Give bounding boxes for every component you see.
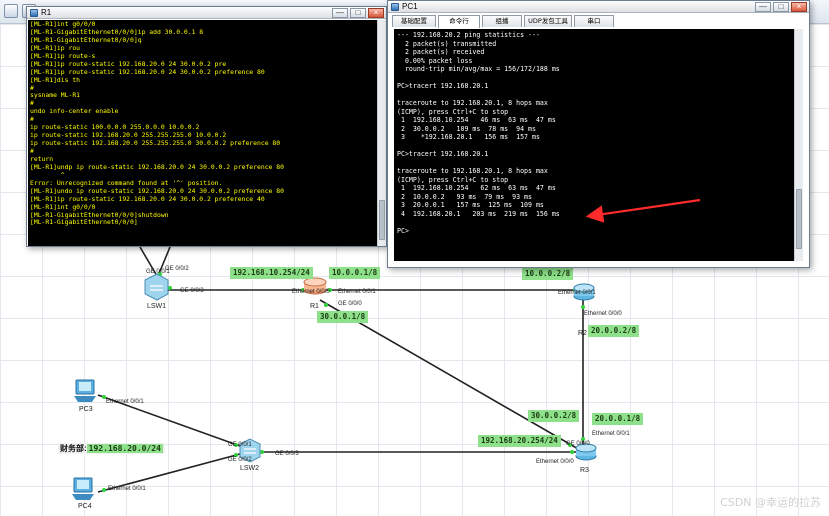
terminal-line: 2 packet(s) received bbox=[397, 48, 485, 56]
port-label-lsw1-ge002: GE 0/0/2 bbox=[165, 266, 189, 272]
terminal-line: (ICMP), press Ctrl+C to stop bbox=[397, 107, 509, 116]
terminal-line: traceroute to 192.168.20.1, 8 hops max bbox=[397, 167, 548, 175]
terminal-line: [ML-R1-GigabitEthernet0/0/0] bbox=[30, 218, 138, 227]
terminal-line: 3 *192.168.20.1 156 ms 157 ms bbox=[397, 133, 540, 141]
port-label-pc3-eth001: Ethernet 0/0/1 bbox=[106, 399, 144, 405]
watermark: CSDN @幸运的拉苏 bbox=[720, 496, 821, 509]
net-label-20-0-0-2: 20.0.0.2/8 bbox=[588, 325, 640, 337]
annotation-net: 192.168.20.0/24 bbox=[86, 444, 163, 453]
terminal-line: [ML-R1-GigabitEthernet0/0/0]q bbox=[30, 35, 142, 44]
r1-titlebar[interactable]: R1 — □ × bbox=[27, 7, 386, 19]
port-label-lsw1-ge003: GE 0/0/3 bbox=[180, 288, 204, 294]
pc1-window[interactable]: PC1 — □ × 基础配置 命令行 组播 UDP发包工具 串口 --- 192… bbox=[387, 0, 810, 268]
lsw1-icon bbox=[144, 273, 169, 301]
pc3-icon bbox=[74, 379, 96, 402]
port-label-r1-eth001: Ethernet 0/0/1 bbox=[338, 289, 376, 295]
terminal-line: PC> bbox=[397, 226, 409, 235]
device-label-lsw2[interactable]: LSW2 bbox=[240, 465, 259, 472]
port-label-pc4-eth001: Ethernet 0/0/1 bbox=[108, 486, 146, 492]
r1-scroll-thumb[interactable] bbox=[379, 200, 385, 240]
pc1-scroll-thumb[interactable] bbox=[796, 189, 802, 249]
terminal-line: 2 30.0.0.2 109 ms 78 ms 94 ms bbox=[397, 124, 536, 133]
terminal-line: undo info-center enable bbox=[30, 107, 119, 116]
finance-dept-annotation: 财务部: 192.168.20.0/24 bbox=[58, 443, 165, 454]
net-label-20-0-0-1: 20.0.0.1/8 bbox=[592, 413, 644, 425]
maximize-button[interactable]: □ bbox=[773, 2, 789, 12]
terminal-line: 1 192.168.10.254 62 ms 63 ms 47 ms bbox=[397, 184, 556, 192]
close-button[interactable]: × bbox=[791, 2, 807, 12]
port-label-lsw2-ge001: GE 0/0/1 bbox=[228, 442, 252, 448]
maximize-button[interactable]: □ bbox=[350, 8, 366, 18]
net-label-192-168-20: 192.168.20.254/24 bbox=[478, 435, 561, 447]
r1-app-icon bbox=[30, 9, 38, 17]
net-label-192-168-10: 192.168.10.254/24 bbox=[230, 267, 313, 279]
device-label-pc3[interactable]: PC3 bbox=[79, 406, 93, 413]
terminal-line: (ICMP), press Ctrl+C to stop bbox=[397, 175, 509, 184]
net-label-10-0-0-1: 10.0.0.1/8 bbox=[329, 267, 381, 279]
pc1-scrollbar[interactable] bbox=[794, 29, 803, 261]
terminal-line: 4 192.168.20.1 203 ms 219 ms 156 ms bbox=[397, 209, 560, 218]
terminal-line: [ML-R1]ip route-static 192.168.20.0 24 3… bbox=[30, 67, 265, 76]
net-label-30-0-0-2: 30.0.0.2/8 bbox=[528, 410, 580, 422]
terminal-line: 0.00% packet loss bbox=[397, 56, 473, 65]
port-label-r2-eth001: Ethernet 0/0/1 bbox=[558, 290, 596, 296]
r1-terminal[interactable]: [ML-R1]int g0/0/0 [ML-R1-GigabitEthernet0… bbox=[28, 20, 377, 246]
port-label-lsw2-ge003: GE 0/0/3 bbox=[275, 451, 299, 457]
terminal-line: # bbox=[30, 83, 34, 92]
new-topology-icon[interactable] bbox=[4, 4, 18, 18]
port-label-lsw2-ge002: GE 0/0/2 bbox=[228, 457, 252, 463]
minimize-button[interactable]: — bbox=[332, 8, 348, 18]
r1-scrollbar[interactable] bbox=[377, 20, 386, 246]
pc1-titlebar[interactable]: PC1 — □ × bbox=[388, 1, 809, 13]
net-label-30-0-0-1: 30.0.0.1/8 bbox=[317, 311, 369, 323]
device-label-r1[interactable]: R1 bbox=[310, 303, 319, 310]
terminal-line: round-trip min/avg/max = 156/172/188 ms bbox=[397, 65, 560, 73]
tab-command-line[interactable]: 命令行 bbox=[438, 15, 480, 28]
close-button[interactable]: × bbox=[368, 8, 384, 18]
port-label-r3-ge000: GE 0/0/0 bbox=[566, 441, 590, 447]
pc4-icon bbox=[72, 477, 94, 500]
port-label-r1-ge000: GE 0/0/0 bbox=[338, 301, 362, 307]
tab-basic-config[interactable]: 基础配置 bbox=[392, 15, 436, 27]
terminal-line: [ML-R1]undp ip route-static 192.168.20.0… bbox=[30, 162, 284, 171]
tab-serial[interactable]: 串口 bbox=[574, 15, 614, 27]
terminal-line: traceroute to 192.168.20.1, 8 hops max bbox=[397, 99, 548, 107]
terminal-line: PC>tracert 192.168.20.1 bbox=[397, 150, 489, 158]
terminal-line: PC>tracert 192.168.20.1 bbox=[397, 82, 489, 90]
port-label-r3-eth001: Ethernet 0/0/1 bbox=[592, 431, 630, 437]
terminal-line: [ML-R1]dis th bbox=[30, 75, 81, 84]
annotation-prefix: 财务部: bbox=[60, 444, 87, 453]
device-label-pc4[interactable]: PC4 bbox=[78, 503, 92, 510]
terminal-line: 1 192.168.10.254 46 ms 63 ms 47 ms bbox=[397, 116, 556, 124]
port-label-r2-eth000: Ethernet 0/0/0 bbox=[584, 311, 622, 317]
terminal-line: ip route-static 192.168.20.0 255.255.255… bbox=[30, 139, 281, 148]
terminal-line: sysname ML-R1 bbox=[30, 91, 81, 100]
terminal-line: 3 20.0.0.1 157 ms 125 ms 109 ms bbox=[397, 201, 544, 209]
r1-cli-window[interactable]: R1 — □ × [ML-R1]int g0/0/0 [ML-R1-Gigabit… bbox=[26, 6, 387, 247]
terminal-line: 2 packet(s) transmitted bbox=[397, 39, 497, 48]
net-label-10-0-0-2: 10.0.0.2/8 bbox=[522, 268, 574, 280]
device-label-lsw1[interactable]: LSW1 bbox=[147, 303, 166, 310]
terminal-line: 2 10.0.0.2 93 ms 79 ms 93 ms bbox=[397, 192, 532, 201]
port-label-r3-eth000: Ethernet 0/0/0 bbox=[536, 459, 574, 465]
device-label-r2[interactable]: R2 bbox=[578, 330, 587, 337]
minimize-button[interactable]: — bbox=[755, 2, 771, 12]
port-label-r1-eth000: Ethernet 0/0/0 bbox=[292, 289, 330, 295]
r1-window-title: R1 bbox=[41, 8, 52, 17]
tab-multicast[interactable]: 组播 bbox=[482, 15, 522, 27]
device-label-r3[interactable]: R3 bbox=[580, 467, 589, 474]
tab-udp-tool[interactable]: UDP发包工具 bbox=[524, 15, 572, 27]
pc1-window-title: PC1 bbox=[402, 2, 418, 11]
pc1-app-icon bbox=[391, 3, 399, 11]
terminal-line: --- 192.168.20.2 ping statistics --- bbox=[397, 31, 540, 39]
pc1-terminal[interactable]: --- 192.168.20.2 ping statistics --- 2 p… bbox=[394, 29, 794, 261]
terminal-line: # bbox=[30, 147, 34, 155]
